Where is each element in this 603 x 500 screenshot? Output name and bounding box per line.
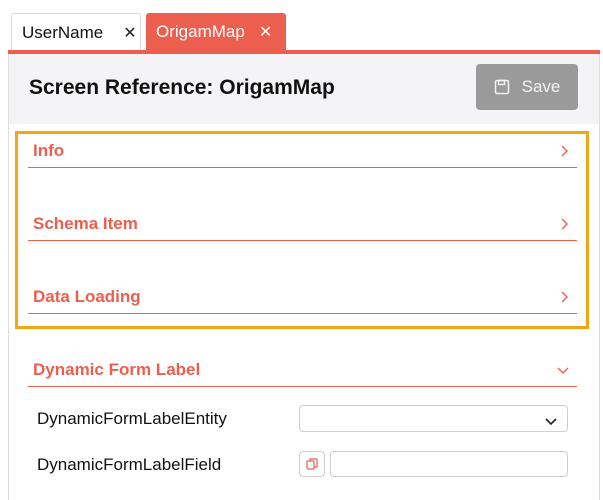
section-label: Info: [33, 140, 65, 160]
chevron-right-icon: [559, 291, 569, 303]
screen-header: Screen Reference: OrigamMap Save: [8, 54, 600, 124]
section-info[interactable]: Info: [28, 134, 577, 168]
copy-button[interactable]: [299, 451, 325, 477]
chevron-down-icon: [545, 413, 557, 431]
dynamic-form-label-field-input[interactable]: [330, 451, 568, 477]
save-icon: [494, 79, 509, 95]
close-icon[interactable]: ✕: [259, 22, 272, 42]
section-label: Dynamic Form Label: [33, 359, 201, 379]
section-schema-item[interactable]: Schema Item: [28, 207, 577, 241]
close-icon[interactable]: ✕: [123, 23, 136, 43]
section-label: Data Loading: [33, 286, 141, 306]
save-label: Save: [521, 77, 561, 96]
section-data-loading[interactable]: Data Loading: [28, 280, 577, 314]
tab-label: OrigamMap: [156, 22, 245, 41]
copy-icon: [306, 458, 318, 470]
tab-label: UserName: [22, 22, 104, 42]
save-button[interactable]: Save: [476, 64, 578, 110]
chevron-right-icon: [559, 145, 569, 157]
chevron-right-icon: [559, 218, 569, 230]
dynamic-form-label-field-label: DynamicFormLabelField: [37, 455, 222, 474]
tab-username[interactable]: UserName ✕: [11, 13, 141, 51]
page-title: Screen Reference: OrigamMap: [29, 76, 335, 99]
tab-origammap[interactable]: OrigamMap ✕: [146, 13, 286, 51]
section-label: Schema Item: [33, 213, 138, 233]
tab-bar: UserName ✕ OrigamMap ✕: [0, 0, 603, 54]
section-dynamic-form-label[interactable]: Dynamic Form Label: [28, 353, 577, 387]
dynamic-form-label-entity-select[interactable]: [299, 405, 568, 432]
dynamic-form-label-entity-label: DynamicFormLabelEntity: [37, 409, 227, 428]
chevron-down-icon: [557, 365, 569, 375]
